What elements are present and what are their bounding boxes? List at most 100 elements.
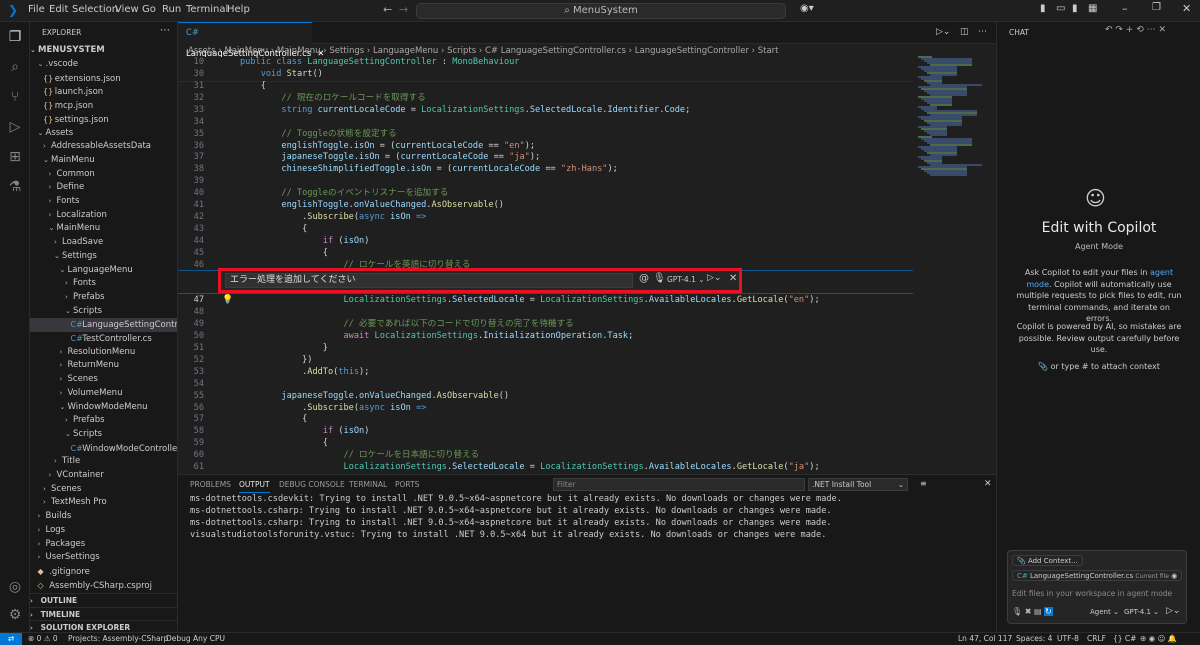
- code-line[interactable]: 44 if (isOn): [178, 236, 913, 248]
- at-mention-button[interactable]: @: [639, 273, 649, 284]
- folder-item[interactable]: › Prefabs: [30, 291, 177, 305]
- eol-status[interactable]: CRLF: [1087, 633, 1106, 645]
- folder-item[interactable]: › LoadSave: [30, 236, 177, 250]
- folder-item[interactable]: › VolumeMenu: [30, 387, 177, 401]
- file-item[interactable]: C# LanguageSettingControll...: [30, 318, 177, 332]
- folder-item[interactable]: › AddressableAssetsData: [30, 140, 177, 154]
- folder-item[interactable]: ⌄ Settings: [30, 250, 177, 264]
- back-arrow-icon[interactable]: ←: [383, 3, 392, 16]
- code-line[interactable]: 57 {: [178, 414, 913, 426]
- code-line[interactable]: 50 await LocalizationSettings.Initializa…: [178, 331, 913, 343]
- folder-item[interactable]: › Define: [30, 181, 177, 195]
- menu-selection[interactable]: Selection: [72, 4, 118, 15]
- file-item[interactable]: {} extensions.json: [30, 72, 177, 86]
- chat-model-picker[interactable]: GPT-4.1 ⌄: [1124, 608, 1159, 616]
- code-line[interactable]: 52 }): [178, 355, 913, 367]
- code-line[interactable]: 30 void Start(): [178, 68, 913, 81]
- chat-text-input[interactable]: Edit files in your workspace in agent mo…: [1012, 589, 1182, 598]
- code-line[interactable]: 55 japaneseToggle.onValueChanged.AsObser…: [178, 391, 913, 403]
- send-button[interactable]: ▷⌄: [707, 273, 721, 283]
- split-editor-icon[interactable]: ◫: [960, 27, 969, 37]
- folder-item[interactable]: › Builds: [30, 510, 177, 524]
- explorer-icon[interactable]: ❐: [6, 28, 24, 46]
- tab-terminal[interactable]: TERMINAL: [349, 480, 387, 489]
- run-debug-icon[interactable]: ▷: [6, 118, 24, 136]
- code-line[interactable]: 49 // 必要であれば以下のコードで切り替えの完了を待機する: [178, 319, 913, 331]
- status-icons[interactable]: ⊕ ◉ ☺ 🔔: [1140, 633, 1177, 645]
- menu-file[interactable]: File: [28, 4, 45, 15]
- file-item[interactable]: ◆ .gitignore: [30, 565, 177, 579]
- folder-item[interactable]: › Prefabs: [30, 414, 177, 428]
- folder-item[interactable]: ⌄ .vscode: [30, 58, 177, 72]
- close-window-icon[interactable]: ✕: [1182, 2, 1191, 15]
- testing-icon[interactable]: ⚗: [6, 178, 24, 196]
- chat-toolbar-icons[interactable]: ↶ ↷ + ⟲ ⋯ ✕: [1105, 25, 1166, 35]
- restore-icon[interactable]: ❐: [1152, 2, 1161, 13]
- menu-run[interactable]: Run: [162, 4, 181, 15]
- minimize-icon[interactable]: –: [1122, 2, 1128, 15]
- run-icon[interactable]: ▷⌄: [936, 27, 950, 37]
- menu-help[interactable]: Help: [227, 4, 250, 15]
- folder-item[interactable]: › ReturnMenu: [30, 359, 177, 373]
- code-line[interactable]: 40 // Toggleのイベントリスナーを追加する: [178, 188, 913, 200]
- folder-item[interactable]: › UserSettings: [30, 551, 177, 565]
- code-line[interactable]: 38 chineseShimplifiedToggle.isOn = (curr…: [178, 164, 913, 176]
- projects-status[interactable]: Projects: Assembly-CSharp: [68, 633, 168, 645]
- code-line[interactable]: 61 LocalizationSettings.SelectedLocale =…: [178, 462, 913, 474]
- tab-ports[interactable]: PORTS: [395, 480, 419, 489]
- encoding-status[interactable]: UTF-8: [1057, 633, 1079, 645]
- tab-debug-console[interactable]: DEBUG CONSOLE: [279, 480, 345, 489]
- file-item[interactable]: {} launch.json: [30, 85, 177, 99]
- file-item[interactable]: {} mcp.json: [30, 99, 177, 113]
- menu-view[interactable]: View: [115, 4, 139, 15]
- tab-output[interactable]: OUTPUT: [239, 480, 270, 493]
- layout-panel-icon[interactable]: ▭: [1056, 3, 1065, 14]
- folder-item[interactable]: ⌄ MainMenu: [30, 154, 177, 168]
- code-line[interactable]: 32 // 現在のロケールコードを取得する: [178, 93, 913, 105]
- source-control-icon[interactable]: ⑂: [6, 88, 24, 106]
- folder-item[interactable]: ⌄ Scripts: [30, 305, 177, 319]
- chat-mode-picker[interactable]: Agent ⌄: [1090, 608, 1119, 616]
- folder-item[interactable]: ⌄ Scripts: [30, 428, 177, 442]
- agent-tools-icon[interactable]: ↻: [1044, 607, 1053, 616]
- layout-customize-icon[interactable]: ▦: [1088, 3, 1097, 14]
- section-timeline[interactable]: › TIMELINE: [30, 606, 177, 621]
- section-solution-explorer[interactable]: › SOLUTION EXPLORER: [30, 620, 177, 632]
- file-context-chip[interactable]: C# LanguageSettingController.cs Current …: [1012, 570, 1183, 581]
- folder-item[interactable]: › Fonts: [30, 277, 177, 291]
- menu-edit[interactable]: Edit: [49, 4, 68, 15]
- add-context-button[interactable]: 📎 Add Context...: [1012, 555, 1083, 566]
- file-item[interactable]: {} settings.json: [30, 113, 177, 127]
- folder-item[interactable]: ⌄ Assets: [30, 127, 177, 141]
- settings-gear-icon[interactable]: ⚙: [6, 606, 24, 624]
- indentation-status[interactable]: Spaces: 4: [1016, 633, 1052, 645]
- search-view-icon[interactable]: ⌕: [6, 58, 24, 76]
- code-line[interactable]: 33 string currentLocaleCode = Localizati…: [178, 105, 913, 117]
- code-line[interactable]: 10 public class LanguageSettingController…: [178, 57, 913, 69]
- account-icon[interactable]: ◎: [6, 578, 24, 596]
- editor-more-icon[interactable]: ⋯: [978, 27, 987, 37]
- panel-close-icon[interactable]: ✕: [984, 479, 992, 489]
- folder-item[interactable]: › TextMesh Pro: [30, 496, 177, 510]
- cursor-position[interactable]: Ln 47, Col 117: [958, 633, 1012, 645]
- explorer-root-folder[interactable]: ⌄ MENUSYSTEM: [30, 44, 177, 58]
- menu-go[interactable]: Go: [142, 4, 156, 15]
- code-line[interactable]: 31 {: [178, 81, 913, 93]
- output-channel-select[interactable]: .NET Install Tool ⌄: [808, 478, 908, 491]
- folder-item[interactable]: › VContainer: [30, 469, 177, 483]
- explorer-more-icon[interactable]: ⋯: [160, 25, 170, 36]
- file-item[interactable]: ◇ Assembly-CSharp.csproj: [30, 579, 177, 593]
- code-line[interactable]: 34: [178, 117, 913, 129]
- folder-item[interactable]: ⌄ LanguageMenu: [30, 264, 177, 278]
- folder-item[interactable]: ⌄ WindowModeMenu: [30, 401, 177, 415]
- problems-status[interactable]: ⊗ 0 ⚠ 0: [28, 633, 58, 645]
- code-line[interactable]: 56 .Subscribe(async isOn =>: [178, 403, 913, 415]
- chat-send-button[interactable]: ▷⌄: [1166, 606, 1180, 616]
- folder-item[interactable]: › Common: [30, 168, 177, 182]
- inline-chat-close-icon[interactable]: ✕: [729, 273, 737, 284]
- code-line[interactable]: 37 japaneseToggle.isOn = (currentLocaleC…: [178, 152, 913, 164]
- eye-icon[interactable]: ◉: [1171, 572, 1177, 580]
- debug-config-status[interactable]: Debug Any CPU: [166, 633, 225, 645]
- copilot-icon[interactable]: ◉▾: [800, 3, 814, 14]
- code-line[interactable]: 53 .AddTo(this);: [178, 367, 913, 379]
